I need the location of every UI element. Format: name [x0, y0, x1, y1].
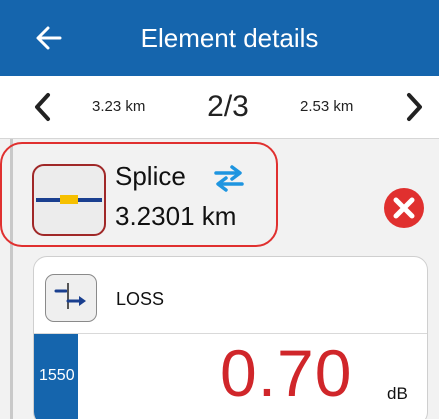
previous-element-button[interactable] [28, 90, 58, 124]
element-navigation: 3.23 km 2/3 2.53 km [0, 76, 439, 139]
wavelength-value: 1550 [39, 367, 75, 384]
loss-value: 0.70 [220, 336, 353, 410]
element-distance: 3.2301 km [115, 201, 237, 231]
close-circle-icon [384, 188, 424, 228]
element-type: Splice [115, 161, 186, 191]
next-element-distance[interactable]: 2.53 km [300, 98, 353, 116]
delete-element-button[interactable] [382, 186, 426, 230]
chevron-left-icon [35, 93, 50, 121]
element-position-indicator: 2/3 [207, 90, 249, 123]
element-details-screen: Element details 3.23 km 2/3 2.53 km Spli… [0, 0, 439, 419]
swap-arrows-icon[interactable] [212, 164, 246, 192]
chevron-right-icon [407, 93, 422, 121]
loss-card: LOSS 1550 0.70 dB [33, 256, 428, 419]
next-element-button[interactable] [399, 90, 429, 124]
loss-icon [45, 274, 97, 322]
element-summary[interactable]: Splice 3.2301 km [0, 142, 278, 247]
app-header: Element details [0, 0, 439, 76]
wavelength-badge: 1550 [34, 334, 78, 419]
previous-element-distance[interactable]: 3.23 km [92, 98, 145, 116]
splice-icon [32, 164, 106, 236]
page-title: Element details [140, 23, 319, 53]
loss-unit: dB [387, 384, 408, 403]
loss-label: LOSS [116, 289, 165, 309]
element-content: Splice 3.2301 km LOSS 1550 0.70 dB [0, 139, 439, 419]
card-divider [34, 333, 427, 334]
